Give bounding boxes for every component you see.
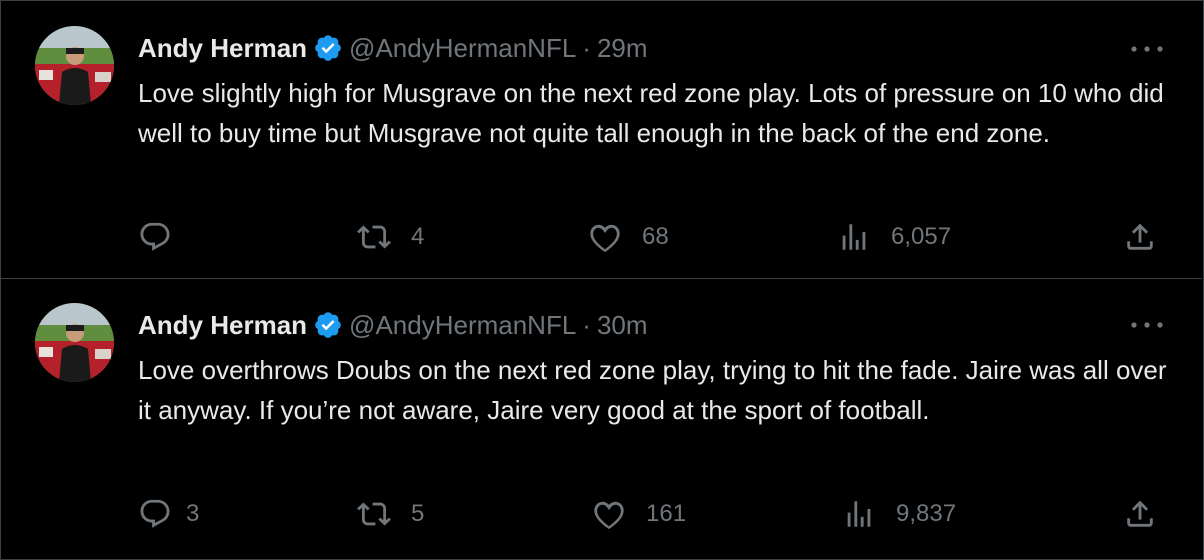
dot-separator: · xyxy=(582,32,591,63)
tweet-text: Love slightly high for Musgrave on the n… xyxy=(138,78,1164,148)
author-handle[interactable]: @AndyHermanNFL xyxy=(349,310,576,341)
avatar[interactable] xyxy=(35,303,114,382)
share-icon xyxy=(1127,500,1153,527)
retweet-count: 4 xyxy=(411,223,425,250)
author-name[interactable]: Andy Herman xyxy=(138,310,307,341)
more-dots-icon[interactable] xyxy=(1130,45,1164,53)
tweet-actions: 4 68 6,057 xyxy=(1,215,1202,259)
views-icon xyxy=(847,501,871,527)
reply-icon xyxy=(140,222,170,251)
tweet[interactable]: Andy Herman @AndyHermanNFL · 29m Love sl… xyxy=(1,1,1202,279)
like-button[interactable]: 68 xyxy=(588,215,669,259)
share-button[interactable] xyxy=(1123,492,1157,536)
share-button[interactable] xyxy=(1123,215,1157,259)
retweet-button[interactable]: 4 xyxy=(357,215,424,259)
views-button[interactable]: 9,837 xyxy=(842,492,956,536)
avatar[interactable] xyxy=(35,26,114,105)
more-dots-icon[interactable] xyxy=(1130,321,1164,329)
retweet-icon xyxy=(357,225,391,249)
views-count: 9,837 xyxy=(896,500,957,527)
dot-separator: · xyxy=(582,309,591,340)
tweet-actions: 3 5 161 9,837 xyxy=(1,492,1202,536)
verified-badge-icon xyxy=(315,312,341,338)
tweet-header: Andy Herman @AndyHermanNFL · 29m xyxy=(138,33,648,63)
author-name[interactable]: Andy Herman xyxy=(138,33,307,64)
timestamp[interactable]: 30m xyxy=(597,310,648,341)
reply-button[interactable]: 3 xyxy=(138,492,199,536)
reply-count: 3 xyxy=(186,500,200,527)
tweet-header: Andy Herman @AndyHermanNFL · 30m xyxy=(138,310,648,340)
tweet[interactable]: Andy Herman @AndyHermanNFL · 30m Love ov… xyxy=(1,279,1202,558)
share-icon xyxy=(1127,223,1153,250)
timestamp[interactable]: 29m xyxy=(597,33,648,64)
reply-icon xyxy=(140,499,170,528)
retweet-count: 5 xyxy=(411,500,425,527)
retweet-icon xyxy=(357,502,391,526)
heart-icon xyxy=(590,224,620,253)
heart-icon xyxy=(594,501,624,530)
views-icon xyxy=(842,224,866,250)
views-count: 6,057 xyxy=(891,223,952,250)
views-button[interactable]: 6,057 xyxy=(837,215,951,259)
retweet-button[interactable]: 5 xyxy=(357,492,424,536)
reply-button[interactable] xyxy=(138,215,192,259)
author-handle[interactable]: @AndyHermanNFL xyxy=(349,33,576,64)
verified-badge-icon xyxy=(315,35,341,61)
like-button[interactable]: 161 xyxy=(592,492,686,536)
tweet-text: Love overthrows Doubs on the next red zo… xyxy=(138,355,1167,425)
like-count: 161 xyxy=(646,500,687,527)
like-count: 68 xyxy=(642,223,669,250)
